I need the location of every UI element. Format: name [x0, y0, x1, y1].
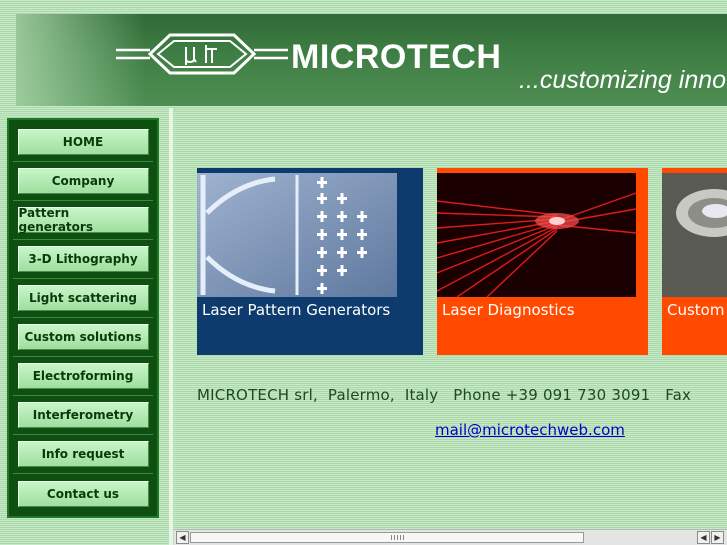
vertical-divider	[169, 108, 173, 545]
nav-item-custom-solutions: Custom solutions	[13, 318, 153, 357]
tile-label: Laser Pattern Generators	[202, 301, 391, 319]
laser-beams-image	[437, 173, 636, 297]
nav-light-scattering-button[interactable]: Light scattering	[17, 285, 149, 311]
scroll-left-arrow-icon[interactable]: ◀	[176, 531, 189, 544]
nav-home-button[interactable]: HOME	[17, 129, 149, 155]
micro-symbol-logo	[116, 33, 288, 75]
nav-custom-solutions-button[interactable]: Custom solutions	[17, 324, 149, 350]
tile-custom[interactable]: Custom	[662, 168, 727, 355]
nav-3d-lithography-button[interactable]: 3-D Lithography	[17, 246, 149, 272]
nav-item-company: Company	[13, 162, 153, 201]
tile-laser-diagnostics[interactable]: Laser Diagnostics	[437, 168, 648, 355]
nav-item-home: HOME	[13, 123, 153, 162]
scroll-right-arrow-icon[interactable]: ▶	[711, 531, 724, 544]
custom-optics-image	[662, 173, 727, 297]
nav-company-button[interactable]: Company	[17, 168, 149, 194]
sidebar-nav: HOME Company Pattern generators 3-D Lith…	[7, 118, 159, 518]
email-link[interactable]: mail@microtechweb.com	[435, 421, 625, 439]
scrollbar-grip	[391, 535, 405, 540]
tile-laser-pattern-generators[interactable]: Laser Pattern Generators	[197, 168, 423, 355]
nav-interferometry-button[interactable]: Interferometry	[17, 402, 149, 428]
nav-item-3d-lithography: 3-D Lithography	[13, 240, 153, 279]
nav-item-interferometry: Interferometry	[13, 396, 153, 435]
contact-line: MICROTECH srl, Palermo, Italy Phone +39 …	[197, 386, 692, 404]
nav-pattern-generators-button[interactable]: Pattern generators	[17, 206, 149, 234]
brand-tagline: ...customizing inno	[519, 66, 727, 94]
nav-contact-us-button[interactable]: Contact us	[17, 480, 149, 507]
nav-item-info-request: Info request	[13, 435, 153, 474]
nav-info-request-button[interactable]: Info request	[17, 441, 149, 467]
brand-name: MICROTECH	[291, 38, 502, 76]
nav-item-contact-us: Contact us	[13, 474, 153, 513]
pattern-generator-image	[197, 173, 397, 297]
horizontal-scrollbar[interactable]: ◀ ◀ ▶	[174, 529, 727, 545]
nav-electroforming-button[interactable]: Electroforming	[17, 363, 149, 389]
tile-label: Laser Diagnostics	[442, 301, 575, 319]
tile-label: Custom	[667, 301, 725, 319]
header-banner: MICROTECH ...customizing inno	[16, 14, 727, 106]
scrollbar-thumb[interactable]	[190, 532, 584, 543]
nav-item-pattern-generators: Pattern generators	[13, 201, 153, 240]
nav-item-light-scattering: Light scattering	[13, 279, 153, 318]
nav-item-electroforming: Electroforming	[13, 357, 153, 396]
scroll-left-arrow-icon[interactable]: ◀	[697, 531, 710, 544]
